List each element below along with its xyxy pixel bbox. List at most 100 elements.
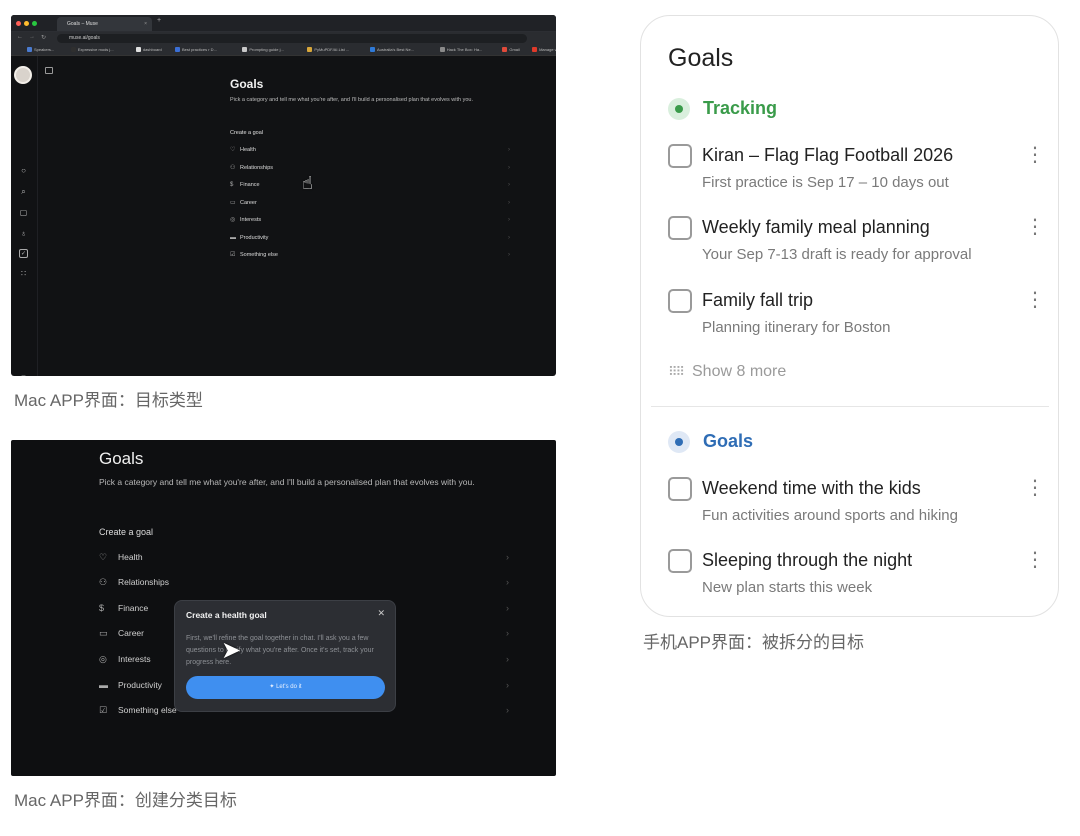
chevron-right-icon: ›	[508, 235, 510, 241]
bookmark-item[interactable]: Expressive mods j...	[70, 47, 114, 52]
goal-subtitle: First practice is Sep 17 – 10 days out	[702, 174, 949, 191]
checkbox-icon: ☑	[230, 252, 236, 258]
goal-title: Weekend time with the kids	[702, 478, 921, 498]
goal-subtitle: Planning itinerary for Boston	[702, 319, 891, 336]
goal-title: Kiran – Flag Flag Football 2026	[702, 145, 954, 165]
lets-do-it-button[interactable]: ✦ Let's do it	[186, 676, 385, 699]
more-options-icon[interactable]: ⋮	[1025, 477, 1045, 499]
create-goal-label: Create a goal	[230, 130, 264, 136]
address-bar[interactable]: muse.ai/goals	[57, 34, 527, 43]
chevron-right-icon: ›	[508, 165, 510, 171]
goal-checkbox[interactable]	[668, 144, 692, 168]
library-icon[interactable]: ▢	[19, 208, 28, 217]
category-something-else[interactable]: ☑ Something else ›	[230, 249, 510, 261]
checkbox-icon: ☑	[99, 705, 108, 715]
bookmark-favicon-icon	[532, 47, 538, 52]
caption-phone-goals: 手机APP界面：被拆分的目标	[643, 633, 865, 652]
phone-goals-card: Goals Tracking Kiran – Flag Flag Footbal…	[640, 15, 1059, 617]
category-label: Career	[118, 628, 144, 638]
more-options-icon[interactable]: ⋮	[1025, 144, 1045, 166]
create-goal-label: Create a goal	[99, 527, 154, 537]
goals-status-icon	[668, 431, 690, 453]
more-options-icon[interactable]: ⋮	[1025, 289, 1045, 311]
category-health[interactable]: ♡ Health ›	[230, 144, 510, 156]
forward-icon[interactable]: →	[29, 34, 35, 40]
bookmark-item[interactable]: Speakers...	[27, 47, 54, 52]
new-tab-icon[interactable]: +	[157, 17, 161, 24]
category-finance[interactable]: $ Finance ›	[230, 179, 510, 191]
bookmark-favicon-icon	[370, 47, 375, 52]
close-icon[interactable]: ✕	[377, 608, 385, 619]
sidebar-toggle-icon[interactable]	[45, 67, 53, 74]
bookmark-item[interactable]: Prompting guide j...	[242, 47, 284, 52]
browser-titlebar: Goals – Muse × +	[11, 15, 556, 32]
modal-body: First, we'll refine the goal together in…	[186, 635, 374, 666]
browser-toolbar: ← → ↻ muse.ai/goals	[11, 32, 556, 45]
goal-checkbox[interactable]	[668, 216, 692, 240]
menu-icon[interactable]: ≡	[19, 373, 28, 376]
category-label: Career	[240, 200, 257, 206]
goal-checkbox[interactable]	[668, 549, 692, 573]
list-item[interactable]: Weekend time with the kids Fun activitie…	[668, 477, 1045, 537]
people-icon: ⚇	[99, 577, 108, 587]
goal-checkbox[interactable]	[668, 289, 692, 313]
goals-icon[interactable]: ✓	[19, 249, 28, 258]
apps-icon[interactable]: ∷	[19, 269, 28, 278]
bookmark-item[interactable]: Best practices r D...	[175, 47, 217, 52]
briefcase-icon: ▭	[230, 200, 236, 206]
show-more-button[interactable]: ⠿⠿ Show 8 more	[668, 363, 786, 381]
list-item[interactable]: Weekly family meal planning Your Sep 7-1…	[668, 216, 1045, 276]
category-label: Interests	[240, 217, 262, 223]
goal-subtitle: New plan starts this week	[702, 579, 873, 596]
bookmark-item[interactable]: Australia's Best Ne...	[370, 47, 414, 52]
close-tab-icon[interactable]: ×	[144, 17, 147, 31]
bookmark-item[interactable]: Manage videos	[532, 47, 556, 52]
goal-title: Sleeping through the night	[702, 550, 913, 570]
briefcase-icon: ▭	[99, 628, 108, 638]
chevron-right-icon: ›	[508, 252, 510, 258]
caption-mac-categories: Mac APP界面：目标类型	[14, 391, 203, 410]
chevron-right-icon: ›	[506, 705, 509, 715]
back-icon[interactable]: ←	[17, 34, 23, 40]
category-label: Something else	[240, 252, 278, 258]
more-options-icon[interactable]: ⋮	[1025, 216, 1045, 238]
list-item[interactable]: Family fall trip Planning itinerary for …	[668, 289, 1045, 349]
bookmark-item[interactable]: Hack The Box: Ha...	[439, 47, 482, 52]
bookmark-favicon-icon	[70, 47, 76, 52]
tab-title: Goals – Muse	[67, 21, 98, 27]
more-options-icon[interactable]: ⋮	[1025, 549, 1045, 571]
category-relationships[interactable]: ⚇ Relationships ›	[99, 573, 509, 591]
goal-subtitle: Fun activities around sports and hiking	[702, 507, 958, 524]
category-health[interactable]: ♡ Health ›	[99, 548, 509, 566]
avatar[interactable]	[14, 66, 32, 84]
app-sidebar: ○ ⌕ ▢ ♁ ✓ ∷ ≡	[11, 56, 53, 376]
list-item[interactable]: Kiran – Flag Flag Football 2026 First pr…	[668, 144, 1045, 204]
bookmark-item[interactable]: Gmail	[502, 47, 520, 52]
location-icon[interactable]: ♁	[19, 229, 28, 238]
close-window-icon[interactable]	[16, 21, 21, 26]
bookmark-item[interactable]: PyMuPDF/AI.List ...	[307, 47, 349, 52]
hand-cursor-icon: ☝	[302, 173, 313, 193]
goal-checkbox[interactable]	[668, 477, 692, 501]
chevron-right-icon: ›	[508, 217, 510, 223]
category-productivity[interactable]: ▬ Productivity ›	[230, 232, 510, 244]
section-label: Tracking	[703, 98, 778, 118]
category-career[interactable]: ▭ Career ›	[230, 197, 510, 209]
people-icon: ⚇	[230, 165, 236, 171]
category-interests[interactable]: ◎ Interests ›	[230, 214, 510, 226]
bookmark-favicon-icon	[135, 47, 141, 52]
browser-tab[interactable]: Goals – Muse ×	[57, 17, 152, 31]
bookmark-favicon-icon	[502, 47, 508, 52]
laptop-icon: ▬	[230, 235, 236, 241]
maximize-window-icon[interactable]	[32, 21, 37, 26]
minimize-window-icon[interactable]	[24, 21, 29, 26]
bookmark-item[interactable]: dashboard	[135, 47, 162, 52]
page-title: Goals	[99, 449, 144, 468]
goals-header: Goals Pick a category and tell me what y…	[230, 77, 473, 136]
chat-icon[interactable]: ○	[19, 166, 28, 175]
search-icon[interactable]: ⌕	[19, 187, 28, 196]
reload-icon[interactable]: ↻	[41, 34, 46, 41]
list-item[interactable]: Sleeping through the night New plan star…	[668, 549, 1045, 609]
bookmark-favicon-icon	[242, 47, 248, 52]
category-relationships[interactable]: ⚇ Relationships ›	[230, 162, 510, 174]
